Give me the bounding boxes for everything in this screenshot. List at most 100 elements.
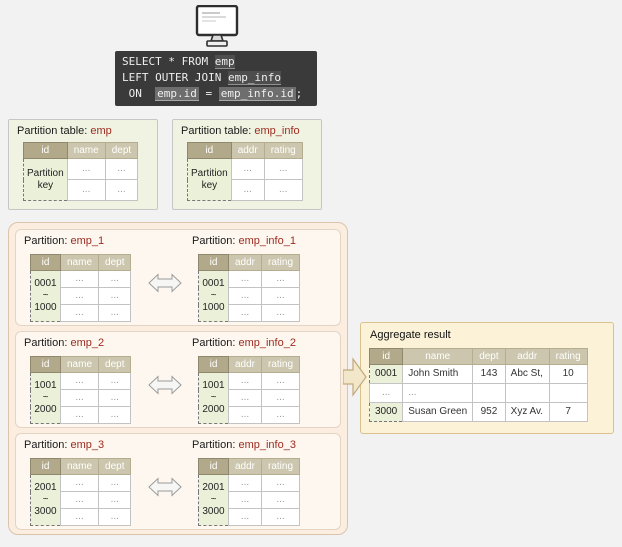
sql-text: SELECT * FROM (122, 55, 215, 68)
table-cell: ... (261, 270, 301, 288)
data-table: id addr rating Partition key............ (187, 142, 303, 201)
table-cell: ... (59, 389, 100, 407)
column-header-addr: addr (504, 348, 550, 365)
emp-partition-table: id name dept 2001 ~3000.................. (30, 458, 132, 526)
table-cell: ... (227, 389, 263, 407)
id-value-cell: 0001 (368, 364, 404, 384)
sql-line: LEFT OUTER JOIN emp_info (122, 70, 310, 86)
label-prefix: Partition: (192, 235, 239, 247)
partition-name: emp_3 (70, 439, 105, 451)
table-cell: 7 (548, 402, 588, 422)
partition-row-2: Partition: emp_2 Partition: emp_info_2 id n… (15, 331, 341, 428)
partition-label-right: Partition: emp_info_3 (192, 439, 296, 451)
emp-info-partition-table: id addr rating 2001 ~3000.................. (198, 458, 301, 526)
partition-key-cell: 1001 ~2000 (198, 372, 229, 424)
table-cell: ... (227, 406, 263, 424)
data-table: id name dept 2001 ~3000.................. (30, 458, 132, 526)
column-header-addr: addr (230, 142, 265, 159)
partition-label-left: Partition: emp_1 (24, 235, 104, 247)
label-prefix: Partition: (192, 337, 239, 349)
table-cell: 143 (472, 364, 506, 384)
table-cell: ... (261, 491, 301, 509)
column-header-id: id (30, 254, 61, 271)
table-name: emp_info (254, 125, 300, 137)
label-prefix: Partition: (24, 337, 71, 349)
partition-key-cell: Partition key (23, 158, 68, 201)
table-cell: ... (227, 372, 263, 390)
table-cell: ... (261, 372, 301, 390)
data-table: id name dept 1001 ~2000.................. (30, 356, 132, 424)
column-header-dept: dept (104, 142, 139, 159)
column-header-name: name (402, 348, 474, 365)
column-header-rating: rating (261, 356, 301, 373)
computer-monitor-graphic (195, 4, 239, 47)
table-cell: ... (59, 491, 100, 509)
partition-key-cell: 1001 ~2000 (30, 372, 61, 424)
table-cell: ... (263, 158, 303, 180)
table-cell: ... (59, 372, 100, 390)
table-cell: John Smith (402, 364, 474, 384)
column-header-id: id (198, 356, 229, 373)
column-header-id: id (198, 458, 229, 475)
column-header-rating: rating (263, 142, 303, 159)
table-cell: ... (98, 474, 132, 492)
sql-token-highlight: emp.id (155, 87, 199, 101)
column-header-name: name (59, 254, 100, 271)
sql-token-highlight: emp_info (227, 71, 281, 85)
table-name: emp (90, 125, 112, 137)
data-table: id name dept addr rating 0001 John Smith 143 Abc… (368, 348, 588, 422)
emp-info-partition-table: id addr rating 0001 ~1000.................. (198, 254, 301, 322)
table-cell: ... (227, 287, 263, 305)
sql-text: ON (122, 87, 156, 100)
table-cell: ... (59, 474, 100, 492)
table-cell: Xyz Av. (504, 402, 550, 422)
table-cell: ... (227, 304, 263, 322)
computer-icon (194, 4, 240, 49)
data-table: id addr rating 0001 ~1000.................. (198, 254, 301, 322)
sql-query-box: SELECT * FROM emp LEFT OUTER JOIN emp_inf… (115, 51, 317, 106)
partition-key-cell: 0001 ~1000 (198, 270, 229, 322)
emp-partition-table: id name dept 0001 ~1000.................. (30, 254, 132, 322)
partition-row-1: Partition: emp_1 Partition: emp_info_1 id n… (15, 229, 341, 326)
table-cell: ... (98, 508, 132, 526)
table-cell: 952 (472, 402, 506, 422)
column-header-id: id (198, 254, 229, 271)
table-cell: Susan Green (402, 402, 474, 422)
join-double-arrow-icon (148, 272, 182, 294)
sql-text: LEFT OUTER JOIN (122, 71, 228, 84)
label-prefix: Partition: (192, 439, 239, 451)
table-cell: ... (98, 372, 132, 390)
column-header-name: name (59, 356, 100, 373)
column-header-id: id (368, 348, 404, 365)
aggregate-result-title: Aggregate result (370, 329, 451, 341)
column-header-name: name (66, 142, 106, 159)
table-cell: ... (227, 491, 263, 509)
partition-label-left: Partition: emp_2 (24, 337, 104, 349)
partition-key-cell: 2001 ~3000 (30, 474, 61, 526)
partition-key-cell: 2001 ~3000 (198, 474, 229, 526)
column-header-dept: dept (472, 348, 506, 365)
column-header-addr: addr (227, 356, 263, 373)
table-cell (504, 383, 550, 403)
column-header-id: id (187, 142, 232, 159)
column-header-rating: rating (261, 254, 301, 271)
partition-table-emp-title: Partition table: emp (17, 125, 112, 137)
column-header-dept: dept (98, 254, 132, 271)
emp-info-schema-table: id addr rating Partition key............ (187, 142, 303, 201)
table-cell: ... (98, 491, 132, 509)
emp-partition-table: id name dept 1001 ~2000.................. (30, 356, 132, 424)
table-cell: ... (98, 304, 132, 322)
table-cell: ... (261, 389, 301, 407)
table-cell: ... (98, 287, 132, 305)
title-prefix: Partition table: (17, 125, 91, 137)
table-cell: ... (66, 158, 106, 180)
table-cell: ... (230, 179, 265, 201)
column-header-id: id (30, 356, 61, 373)
table-cell (472, 383, 506, 403)
column-header-addr: addr (227, 254, 263, 271)
column-header-name: name (59, 458, 100, 475)
partition-label-right: Partition: emp_info_1 (192, 235, 296, 247)
partition-table-emp-box: Partition table: emp id name dept Partition… (8, 119, 158, 210)
table-cell: ... (263, 179, 303, 201)
label-prefix: Partition: (24, 235, 71, 247)
